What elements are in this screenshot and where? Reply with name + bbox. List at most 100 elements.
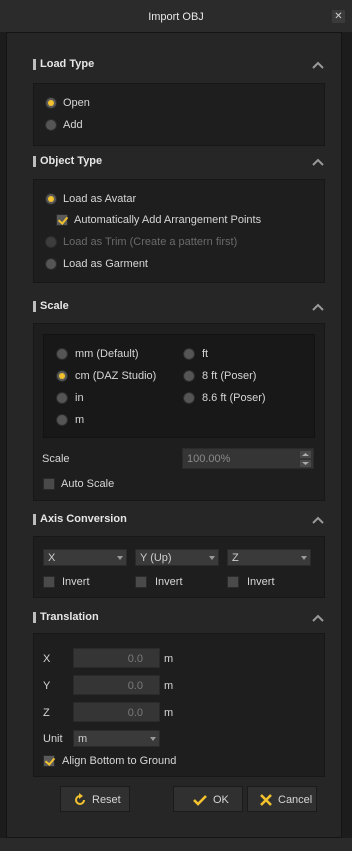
translation-y-unit: m [164, 680, 174, 692]
unit-8ft-radio[interactable] [183, 370, 195, 382]
unit-value: m [78, 733, 88, 745]
invert-x-label: Invert [62, 576, 90, 588]
open-label: Open [63, 97, 90, 109]
unit-cm-radio[interactable] [56, 370, 68, 382]
section-marker [33, 301, 36, 312]
axis-y-select[interactable]: Y (Up) [135, 549, 219, 566]
axis-conversion-panel: X Y (Up) Z Invert Invert Invert [33, 536, 325, 598]
scale-units-box: mm (Default) cm (DAZ Studio) in m ft 8 f… [43, 334, 315, 438]
invert-x-checkbox[interactable] [43, 576, 55, 588]
ok-label: OK [213, 794, 229, 806]
axis-z-value: Z [232, 552, 239, 564]
axis-y-value: Y (Up) [140, 552, 172, 564]
translation-x-field[interactable]: 0.0 [73, 648, 160, 668]
chevron-up-icon[interactable] [311, 58, 325, 72]
spinner-icon[interactable] [300, 451, 311, 467]
load-as-avatar-radio[interactable] [45, 193, 57, 205]
load-as-garment-radio[interactable] [45, 258, 57, 270]
chevron-up-icon[interactable] [311, 155, 325, 169]
unit-in-radio[interactable] [56, 392, 68, 404]
invert-z-label: Invert [247, 576, 275, 588]
unit-in-label: in [75, 392, 84, 404]
reset-label: Reset [92, 794, 121, 806]
x-icon [260, 794, 272, 806]
axis-z-select[interactable]: Z [227, 549, 311, 566]
align-bottom-label: Align Bottom to Ground [62, 755, 177, 767]
translation-x-label: X [43, 653, 51, 665]
load-as-trim-radio[interactable] [45, 236, 57, 248]
ok-button[interactable]: OK [173, 786, 243, 812]
load-type-title: Load Type [40, 58, 95, 70]
section-marker [33, 59, 36, 70]
scale-title: Scale [40, 300, 69, 312]
scale-label: Scale [42, 453, 70, 465]
add-label: Add [63, 119, 83, 131]
scale-value-field[interactable]: 100.00% [182, 448, 314, 469]
add-radio[interactable] [45, 119, 57, 131]
translation-z-label: Z [43, 707, 50, 719]
close-icon[interactable]: ✕ [332, 10, 345, 23]
translation-z-field[interactable]: 0.0 [73, 702, 160, 722]
open-radio[interactable] [45, 97, 57, 109]
load-as-avatar-label: Load as Avatar [63, 193, 137, 205]
object-type-panel: Load as Avatar Automatically Add Arrange… [33, 179, 325, 283]
chevron-down-icon [209, 556, 215, 560]
unit-label: Unit [43, 733, 63, 745]
translation-title: Translation [40, 611, 99, 623]
unit-m-label: m [75, 414, 85, 426]
chevron-down-icon [117, 556, 123, 560]
auto-scale-checkbox[interactable] [43, 478, 55, 490]
chevron-up-icon[interactable] [311, 513, 325, 527]
chevron-up-icon[interactable] [311, 300, 325, 314]
unit-mm-label: mm (Default) [75, 348, 139, 360]
bottom-strip [0, 838, 352, 851]
translation-header[interactable]: Translation [30, 607, 327, 629]
auto-arrangement-checkbox[interactable] [56, 214, 68, 226]
chevron-up-icon[interactable] [311, 611, 325, 625]
unit-ft-label: ft [202, 348, 209, 360]
translation-x-unit: m [164, 653, 174, 665]
axis-conversion-header[interactable]: Axis Conversion [30, 509, 327, 531]
section-marker [33, 156, 36, 167]
check-icon [193, 795, 207, 806]
chevron-down-icon [150, 737, 156, 741]
unit-ft-radio[interactable] [183, 348, 195, 360]
axis-conversion-title: Axis Conversion [40, 513, 127, 525]
translation-y-value: 0.0 [127, 680, 143, 692]
load-type-panel: Open Add [33, 83, 325, 146]
auto-arrangement-label: Automatically Add Arrangement Points [74, 214, 262, 226]
title-bar: Import OBJ ✕ [0, 0, 352, 32]
align-bottom-checkbox[interactable] [43, 755, 55, 767]
unit-8-6ft-radio[interactable] [183, 392, 195, 404]
section-marker [33, 612, 36, 623]
translation-z-value: 0.0 [127, 707, 143, 719]
invert-y-label: Invert [155, 576, 183, 588]
cancel-label: Cancel [278, 794, 313, 806]
section-marker [33, 514, 36, 525]
unit-mm-radio[interactable] [56, 348, 68, 360]
axis-x-value: X [48, 552, 56, 564]
reset-button[interactable]: Reset [60, 786, 130, 812]
unit-select[interactable]: m [73, 730, 160, 747]
object-type-title: Object Type [40, 155, 103, 167]
invert-y-checkbox[interactable] [135, 576, 147, 588]
window-title: Import OBJ [148, 11, 204, 23]
translation-y-label: Y [43, 680, 51, 692]
load-as-trim-label: Load as Trim (Create a pattern first) [63, 236, 238, 248]
unit-8ft-label: 8 ft (Poser) [202, 370, 257, 382]
axis-x-select[interactable]: X [43, 549, 127, 566]
cancel-button[interactable]: Cancel [247, 786, 317, 812]
invert-z-checkbox[interactable] [227, 576, 239, 588]
chevron-down-icon [301, 556, 307, 560]
object-type-header[interactable]: Object Type [30, 151, 327, 173]
translation-panel: X 0.0 m Y 0.0 m Z 0.0 m Unit m Align Bot… [33, 633, 325, 777]
reset-icon [75, 793, 85, 805]
unit-8-6ft-label: 8.6 ft (Poser) [202, 392, 266, 404]
translation-z-unit: m [164, 707, 174, 719]
translation-y-field[interactable]: 0.0 [73, 675, 160, 695]
load-type-header[interactable]: Load Type [30, 54, 327, 76]
scale-panel: mm (Default) cm (DAZ Studio) in m ft 8 f… [33, 323, 325, 501]
unit-m-radio[interactable] [56, 414, 68, 426]
scale-header[interactable]: Scale [30, 296, 327, 318]
auto-scale-label: Auto Scale [61, 478, 115, 490]
